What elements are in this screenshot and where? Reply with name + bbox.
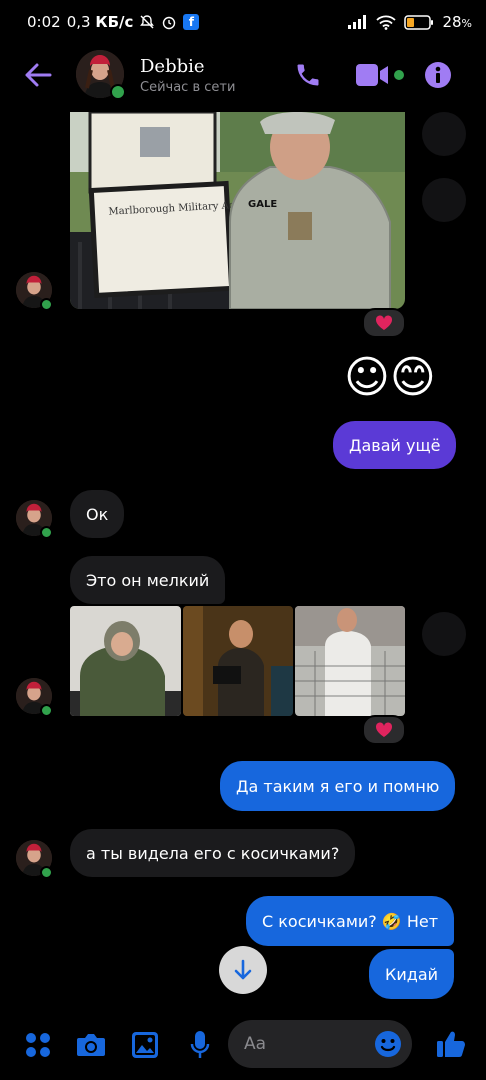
info-icon[interactable] xyxy=(424,61,452,89)
forward-button[interactable] xyxy=(422,178,466,222)
share-button[interactable] xyxy=(422,112,466,156)
mute-icon xyxy=(140,15,155,29)
more-actions-icon[interactable] xyxy=(25,1032,51,1058)
wifi-icon xyxy=(376,15,397,30)
incoming-message[interactable]: Ок xyxy=(70,490,125,538)
heart-icon xyxy=(375,315,393,330)
gallery-icon[interactable] xyxy=(131,1031,159,1059)
camera-icon[interactable] xyxy=(76,1032,106,1058)
heart-reaction[interactable] xyxy=(362,308,406,338)
message-input[interactable]: Aa xyxy=(228,1020,412,1068)
incoming-message[interactable]: а ты видела его с косичками? xyxy=(70,829,356,877)
arrow-down-icon xyxy=(234,959,252,980)
svg-text:GALE: GALE xyxy=(248,199,277,210)
speed-value: 0,3 xyxy=(66,13,91,31)
back-arrow-icon[interactable] xyxy=(24,62,52,88)
signal-icon xyxy=(348,15,367,29)
sender-online-dot xyxy=(40,866,53,879)
heart-icon xyxy=(375,722,393,737)
speed-unit: КБ/с xyxy=(95,13,134,31)
photo-gallery xyxy=(70,606,405,716)
status-left: 0:02 0,3 КБ/с f xyxy=(27,13,200,31)
video-online-dot xyxy=(394,70,404,80)
shared-photo-diploma[interactable]: Marlborough Military Academy GALE xyxy=(70,112,405,309)
phone-icon[interactable] xyxy=(294,61,322,89)
incoming-message[interactable]: Это он мелкий xyxy=(70,556,226,604)
network-speed: 0,3 КБ/с xyxy=(67,13,134,31)
outgoing-message[interactable]: Давай ущё xyxy=(333,421,457,469)
sender-online-dot xyxy=(40,704,53,717)
sender-online-dot xyxy=(40,298,53,311)
share-button[interactable] xyxy=(422,612,466,656)
battery-percent: 28% xyxy=(442,13,472,31)
thumbs-up-icon[interactable] xyxy=(436,1029,466,1059)
outgoing-message[interactable]: Кидай xyxy=(369,949,455,999)
emoji-message[interactable]: ☺😊 xyxy=(344,350,436,406)
heart-reaction[interactable] xyxy=(362,715,406,745)
outgoing-message[interactable]: С косичками? 🤣 Нет xyxy=(246,896,455,946)
scroll-to-bottom-button[interactable] xyxy=(219,946,267,994)
microphone-icon[interactable] xyxy=(190,1030,210,1060)
battery-icon xyxy=(404,14,434,30)
online-indicator xyxy=(110,84,126,100)
message-input-placeholder: Aa xyxy=(244,1034,267,1054)
sender-online-dot xyxy=(40,526,53,539)
clock: 0:02 xyxy=(27,13,61,31)
emoji-icon[interactable] xyxy=(374,1030,402,1058)
chat-header: Debbie Сейчас в сети xyxy=(0,44,486,108)
alarm-icon xyxy=(163,16,176,30)
status-bar: 0:02 0,3 КБ/с f 28% xyxy=(0,0,486,44)
gallery-photo-1[interactable] xyxy=(70,606,181,716)
video-call-icon[interactable] xyxy=(356,64,390,86)
status-right: 28% xyxy=(348,13,472,31)
gallery-photo-2[interactable] xyxy=(183,606,293,716)
contact-name[interactable]: Debbie xyxy=(140,56,205,77)
outgoing-message[interactable]: Да таким я его и помню xyxy=(220,761,456,811)
facebook-icon: f xyxy=(183,14,200,30)
gallery-photo-3[interactable] xyxy=(295,606,405,716)
presence-status: Сейчас в сети xyxy=(140,80,236,95)
